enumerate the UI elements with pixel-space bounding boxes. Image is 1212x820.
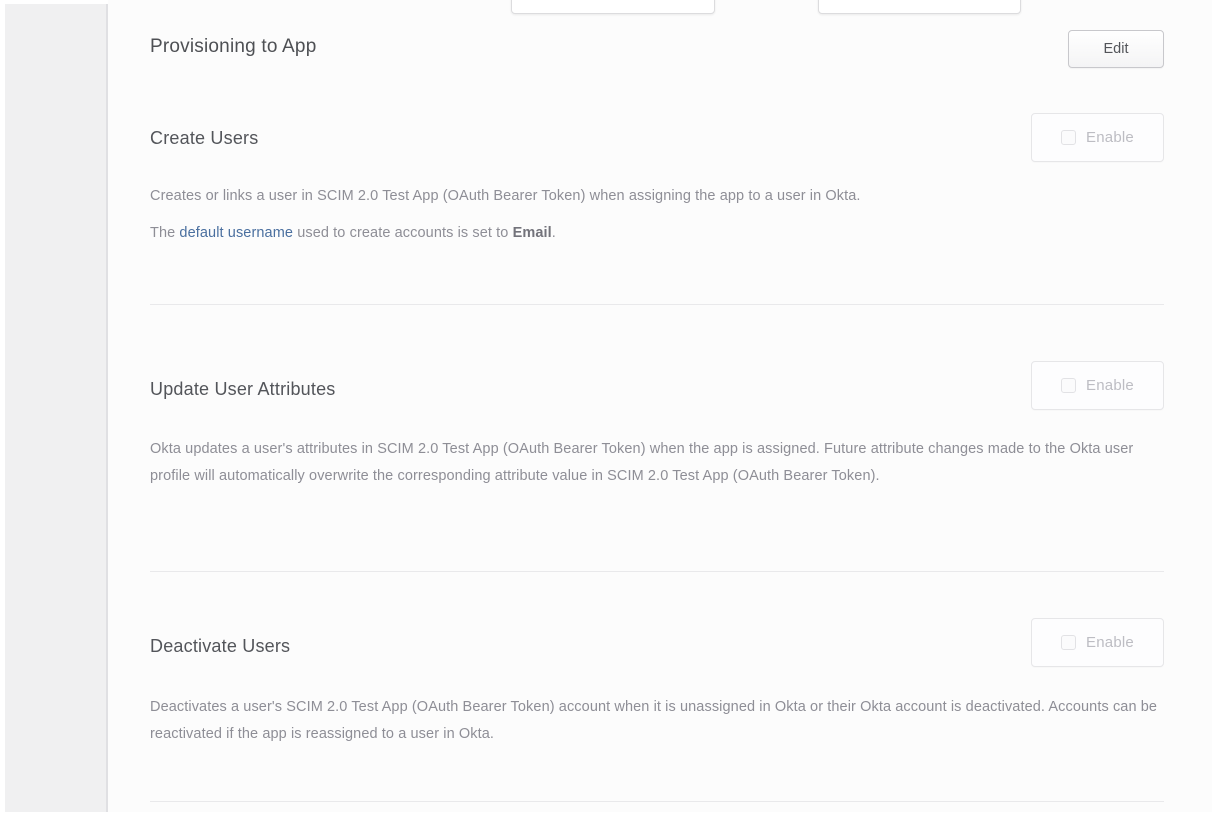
truncated-field-right[interactable] (818, 0, 1021, 14)
enable-label: Enable (1086, 129, 1134, 146)
enable-toggle-update-user-attributes[interactable]: Enable (1031, 361, 1164, 410)
enable-label: Enable (1086, 377, 1134, 394)
username-note-prefix: The (150, 225, 179, 241)
deactivate-users-description: Deactivates a user's SCIM 2.0 Test App (… (150, 694, 1170, 748)
create-users-username-note: The default username used to create acco… (150, 220, 1170, 247)
edit-button[interactable]: Edit (1068, 30, 1164, 68)
section-divider (150, 571, 1164, 572)
truncated-field-left[interactable] (511, 0, 715, 14)
username-note-middle: used to create accounts is set to (293, 225, 513, 241)
enable-label: Enable (1086, 634, 1134, 651)
settings-sidebar (5, 4, 106, 812)
username-note-suffix: . (552, 225, 556, 241)
section-title-create-users: Create Users (150, 128, 258, 149)
enable-checkbox-create-users[interactable] (1061, 130, 1076, 145)
provisioning-settings-page: Provisioning to App Edit Create Users En… (0, 0, 1212, 820)
section-divider (150, 801, 1164, 802)
create-users-description: Creates or links a user in SCIM 2.0 Test… (150, 183, 1170, 210)
section-title-update-user-attributes: Update User Attributes (150, 379, 336, 400)
username-note-value: Email (513, 225, 552, 241)
enable-checkbox-deactivate-users[interactable] (1061, 635, 1076, 650)
update-user-attributes-description: Okta updates a user's attributes in SCIM… (150, 436, 1170, 490)
default-username-link[interactable]: default username (179, 225, 293, 241)
enable-toggle-create-users[interactable]: Enable (1031, 113, 1164, 162)
enable-checkbox-update-user-attributes[interactable] (1061, 378, 1076, 393)
provisioning-panel: Provisioning to App Edit Create Users En… (108, 0, 1212, 812)
section-title-deactivate-users: Deactivate Users (150, 636, 290, 657)
page-title: Provisioning to App (150, 36, 316, 58)
section-divider (150, 304, 1164, 305)
enable-toggle-deactivate-users[interactable]: Enable (1031, 618, 1164, 667)
